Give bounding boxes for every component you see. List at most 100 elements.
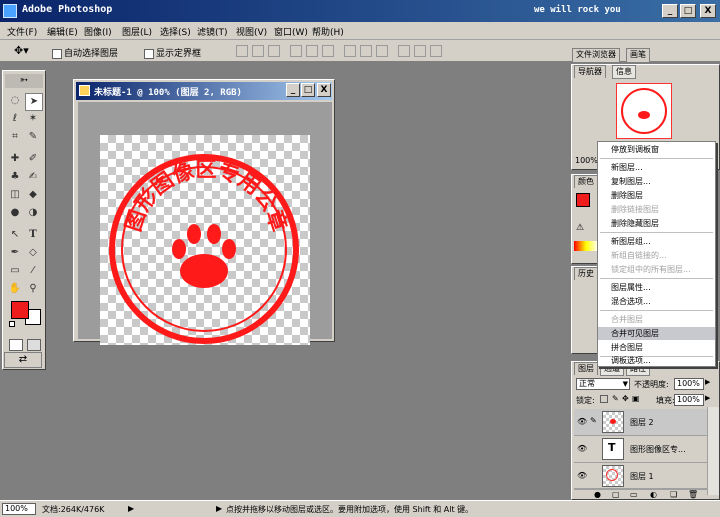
path-select-icon[interactable]: ↖ xyxy=(7,227,23,243)
lasso-tool-icon[interactable]: ℓ xyxy=(7,111,23,127)
menu-file[interactable]: 文件(F) xyxy=(7,25,37,38)
tab-info[interactable]: 信息 xyxy=(612,65,636,79)
maximize-button[interactable]: □ xyxy=(680,4,696,18)
menu-item-delete-layer[interactable]: 删除图层 xyxy=(598,189,715,202)
notes-tool-icon[interactable]: ▭ xyxy=(7,263,23,279)
navigator-thumbnail[interactable] xyxy=(616,83,672,139)
menu-item-delete-hidden[interactable]: 删除隐藏图层 xyxy=(598,217,715,230)
menu-image[interactable]: 图像(I) xyxy=(84,25,112,38)
menu-window[interactable]: 窗口(W) xyxy=(274,25,308,38)
fill-input[interactable]: 100% xyxy=(674,394,704,406)
clone-stamp-icon[interactable]: ♣ xyxy=(7,169,23,185)
default-colors-icon[interactable] xyxy=(9,321,15,327)
dodge-tool-icon[interactable]: ◑ xyxy=(25,205,41,221)
brush-tool-icon[interactable]: ✐ xyxy=(25,151,41,167)
tab-navigator[interactable]: 导航器 xyxy=(574,65,606,78)
opacity-arrow-icon[interactable]: ▶ xyxy=(705,378,710,386)
visibility-eye-icon[interactable]: 👁 xyxy=(577,417,587,426)
crop-tool-icon[interactable]: ⌗ xyxy=(7,129,23,145)
distribute-center-icon[interactable] xyxy=(414,45,426,57)
close-button[interactable]: X xyxy=(700,4,716,18)
paint-bucket-icon[interactable]: ◆ xyxy=(25,187,41,203)
tab-history[interactable]: 历史 xyxy=(574,267,598,280)
blend-mode-select[interactable]: 正常 ▼ xyxy=(576,378,630,390)
auto-select-checkbox[interactable]: 自动选择图层 xyxy=(52,46,118,59)
doc-maximize-button[interactable]: □ xyxy=(301,83,315,97)
pen-tool-icon[interactable]: ✒ xyxy=(7,245,23,261)
fill-arrow-icon[interactable]: ▶ xyxy=(705,394,710,402)
new-layer-icon[interactable]: ❏ xyxy=(670,490,677,499)
adjustment-layer-icon[interactable]: ◐ xyxy=(650,490,657,499)
menu-help[interactable]: 帮助(H) xyxy=(312,25,344,38)
align-center-icon[interactable] xyxy=(306,45,318,57)
toolbox-header-icon[interactable]: ➳ xyxy=(5,74,43,88)
tab-file-browser[interactable]: 文件浏览器 xyxy=(572,48,620,62)
menu-item-merge-visible[interactable]: 合并可见图层 xyxy=(598,327,715,340)
layer-mask-icon[interactable]: ▢ xyxy=(612,490,620,499)
image-canvas[interactable]: 图形图像区专用公章 xyxy=(100,135,310,345)
shape-tool-icon[interactable]: ◇ xyxy=(25,245,41,261)
menu-edit[interactable]: 编辑(E) xyxy=(47,25,78,38)
hand-tool-icon[interactable]: ✋ xyxy=(7,281,23,297)
layer-style-icon[interactable]: ● xyxy=(594,490,601,499)
menu-filter[interactable]: 滤镜(T) xyxy=(197,25,228,38)
menu-item-dock[interactable]: 停放到调板窗 xyxy=(598,143,715,156)
new-group-icon[interactable]: ▭ xyxy=(630,490,638,499)
document-title-bar[interactable]: 未标题-1 @ 100% (图层 2, RGB) _ □ X xyxy=(76,82,332,100)
doc-close-button[interactable]: X xyxy=(317,83,331,97)
standard-mode-icon[interactable] xyxy=(9,339,23,351)
marquee-tool-icon[interactable]: ◌ xyxy=(7,93,23,109)
tab-color[interactable]: 颜色 xyxy=(574,175,598,188)
color-panel-swatch[interactable] xyxy=(576,193,590,207)
menu-select[interactable]: 选择(S) xyxy=(160,25,191,38)
align-top-icon[interactable] xyxy=(236,45,248,57)
distribute-right-icon[interactable] xyxy=(430,45,442,57)
type-tool-icon[interactable]: T xyxy=(25,227,41,243)
align-left-icon[interactable] xyxy=(290,45,302,57)
eraser-tool-icon[interactable]: ◫ xyxy=(7,187,23,203)
distribute-bottom-icon[interactable] xyxy=(376,45,388,57)
layer-row[interactable]: 👁 图层 1 xyxy=(574,463,714,490)
align-bottom-icon[interactable] xyxy=(268,45,280,57)
visibility-eye-icon[interactable]: 👁 xyxy=(577,444,587,453)
menu-item-palette-options[interactable]: 调板选项... xyxy=(598,354,715,367)
history-brush-icon[interactable]: ✍ xyxy=(25,169,41,185)
lock-transparent-icon[interactable] xyxy=(600,395,608,403)
menu-view[interactable]: 视图(V) xyxy=(236,25,267,38)
color-ramp[interactable] xyxy=(574,241,598,251)
menu-item-duplicate-layer[interactable]: 复制图层... xyxy=(598,175,715,188)
eyedropper-icon[interactable]: ⁄ xyxy=(25,263,41,279)
menu-item-blending-options[interactable]: 混合选项... xyxy=(598,295,715,308)
navigator-zoom[interactable]: 100% xyxy=(575,156,598,165)
jump-to-imageready-icon[interactable]: ⇄ xyxy=(4,352,42,368)
lock-all-icon[interactable]: ▣ xyxy=(632,394,640,403)
distribute-left-icon[interactable] xyxy=(398,45,410,57)
magic-wand-icon[interactable]: ✶ xyxy=(25,111,41,127)
foreground-color-swatch[interactable] xyxy=(11,301,29,319)
tab-brushes[interactable]: 画笔 xyxy=(626,48,650,62)
status-arrow-icon[interactable]: ▶ xyxy=(128,504,134,513)
tab-layers[interactable]: 图层 xyxy=(574,362,598,375)
align-right-icon[interactable] xyxy=(322,45,334,57)
menu-item-flatten-image[interactable]: 拼合图层 xyxy=(598,341,715,354)
move-tool-icon[interactable]: ➤ xyxy=(25,93,43,111)
healing-brush-icon[interactable]: ✚ xyxy=(7,151,23,167)
visibility-eye-icon[interactable]: 👁 xyxy=(577,471,587,480)
align-middle-icon[interactable] xyxy=(252,45,264,57)
zoom-tool-icon[interactable]: ⚲ xyxy=(25,281,41,297)
menu-item-layer-properties[interactable]: 图层属性... xyxy=(598,281,715,294)
distribute-middle-icon[interactable] xyxy=(360,45,372,57)
lock-paint-icon[interactable]: ✎ xyxy=(612,394,619,403)
move-tool-preset-icon[interactable]: ✥▾ xyxy=(14,44,29,57)
menu-item-new-group[interactable]: 新图层组... xyxy=(598,235,715,248)
slice-tool-icon[interactable]: ✎ xyxy=(25,129,41,145)
trash-icon[interactable]: 🗑 xyxy=(688,490,698,499)
blur-tool-icon[interactable]: ● xyxy=(7,205,23,221)
minimize-button[interactable]: _ xyxy=(662,4,678,18)
doc-minimize-button[interactable]: _ xyxy=(286,83,300,97)
menu-layer[interactable]: 图层(L) xyxy=(122,25,152,38)
opacity-input[interactable]: 100% xyxy=(674,378,704,390)
zoom-field[interactable]: 100% xyxy=(2,503,36,515)
layer-row[interactable]: 👁 T 图形图像区专... xyxy=(574,436,714,463)
lock-move-icon[interactable]: ✥ xyxy=(622,394,629,403)
